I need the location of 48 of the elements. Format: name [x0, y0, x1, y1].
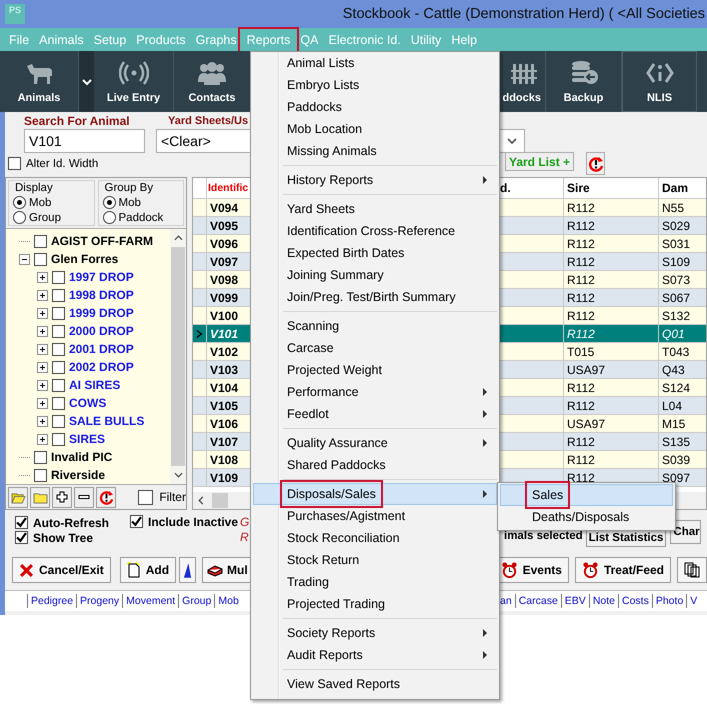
radio-label: Mob [118, 196, 141, 208]
table-cell: R112 [563, 289, 658, 306]
table-cell: R112 [563, 433, 658, 450]
table-cell: Q43 [658, 361, 706, 378]
status-text: R [240, 530, 250, 545]
table-cell: T043 [658, 343, 706, 360]
checkbox-label: Alter Id. Width [26, 158, 98, 170]
checkbox-label: Show Tree [33, 530, 94, 544]
table-cell: S135 [658, 433, 706, 450]
table-cell: S067 [658, 289, 706, 306]
radio-label: Group [29, 212, 61, 224]
table-cell: R112 [563, 397, 658, 414]
radio-label: Paddock [118, 212, 164, 224]
table-cell: S039 [658, 451, 706, 468]
checkbox-label: Include Inactive [148, 514, 238, 528]
app-logo: PS [5, 4, 25, 24]
table-cell: S029 [658, 217, 706, 234]
table-cell: R112 [563, 253, 658, 270]
table-cell: R112 [563, 451, 658, 468]
table-cell: R112 [563, 235, 658, 252]
table-cell: R112 [563, 379, 658, 396]
table-cell: M15 [658, 415, 706, 432]
field-label: Search For Animal [24, 114, 131, 128]
table-cell: L04 [658, 397, 706, 414]
table-cell: S124 [658, 379, 706, 396]
table-cell: S031 [658, 235, 706, 252]
table-cell: S073 [658, 271, 706, 288]
group-title: Display [15, 181, 54, 195]
group-title: Group By [104, 181, 154, 195]
field-label: Yard Sheets/Us [168, 114, 250, 128]
status-text: G [240, 515, 250, 530]
checkbox-label: Filter [159, 490, 186, 504]
table-cell: Q01 [658, 325, 706, 342]
table-cell: T015 [563, 343, 658, 360]
table-cell: USA97 [563, 415, 658, 432]
table-cell: USA97 [563, 361, 658, 378]
table-cell: S109 [658, 253, 706, 270]
radio-label: Mob [29, 196, 52, 208]
window-title: Stockbook - Cattle (Demonstration Herd) ( <All Societies [342, 6, 706, 22]
table-cell: R112 [563, 199, 658, 216]
table-cell: R112 [563, 325, 658, 342]
selection-count-text: imals selected [504, 530, 583, 544]
table-cell: R112 [563, 271, 658, 288]
table-cell: R112 [563, 307, 658, 324]
table-cell: R112 [563, 217, 658, 234]
table-cell: N55 [658, 199, 706, 216]
checkbox-label: Auto-Refresh [33, 516, 110, 530]
table-cell: S132 [658, 307, 706, 324]
